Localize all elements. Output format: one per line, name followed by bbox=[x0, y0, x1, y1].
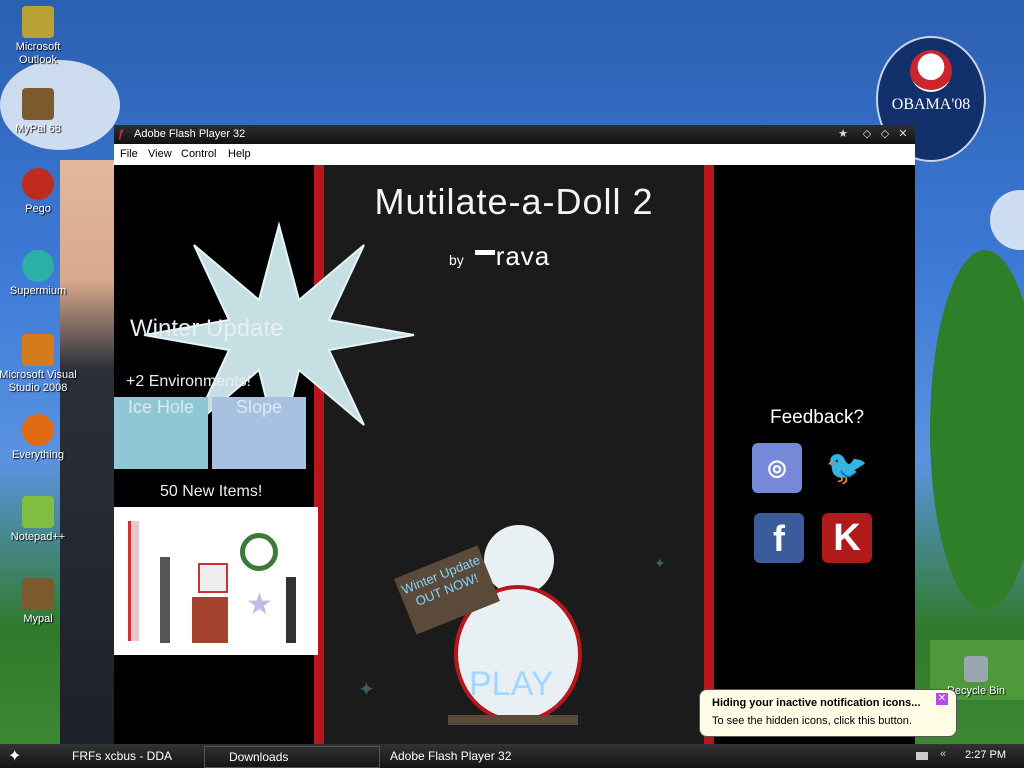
new-items-text: 50 New Items! bbox=[160, 483, 263, 500]
pin-icon[interactable]: ★ bbox=[836, 127, 850, 141]
guitar-icon bbox=[160, 557, 170, 643]
desktop-icon-label: Everything bbox=[12, 449, 64, 461]
pego-icon bbox=[22, 168, 54, 200]
menu-view[interactable]: View bbox=[148, 148, 172, 160]
desktop-icon-label: Microsoft Visual Studio 2008 bbox=[0, 369, 77, 394]
maximize-button[interactable]: ◇ bbox=[878, 127, 892, 141]
balloon-close-icon[interactable]: ✕ bbox=[936, 693, 948, 705]
nutcracker-icon bbox=[286, 577, 296, 643]
author-name: rava bbox=[495, 241, 551, 271]
tray-expand-icon[interactable]: « bbox=[940, 748, 946, 760]
desktop-icon-mypal68[interactable]: MyPal 68 bbox=[0, 88, 78, 136]
desktop-icon-outlook[interactable]: Microsoft Outlook bbox=[0, 6, 78, 67]
author-dash bbox=[475, 250, 495, 255]
start-button[interactable]: ✦ bbox=[8, 746, 21, 766]
recycle-bin-icon bbox=[964, 656, 988, 682]
twitter-icon[interactable]: 🐦 bbox=[822, 443, 872, 493]
taskbar-item-label: Downloads bbox=[229, 750, 289, 764]
desktop-icon-label: Pego bbox=[25, 203, 51, 215]
taskbar: ✦ FRFs xcbus - DDA Downloads Adobe Flash… bbox=[0, 744, 1024, 768]
items-preview: ★ bbox=[114, 507, 318, 655]
environments-text: +2 Environments! bbox=[126, 373, 251, 390]
discord-icon[interactable]: ◎ bbox=[752, 443, 802, 493]
desktop-icon-label: Notepad++ bbox=[10, 531, 66, 543]
balloon-body: To see the hidden icons, click this butt… bbox=[712, 715, 912, 727]
desktop-icon-label: Mypal bbox=[23, 613, 53, 625]
present-icon bbox=[198, 563, 228, 593]
map-ice-hole-label: Ice Hole bbox=[127, 397, 195, 417]
map-slope-label: Slope bbox=[235, 397, 283, 417]
taskbar-item-flash[interactable]: Adobe Flash Player 32 bbox=[366, 746, 560, 766]
menu-control[interactable]: Control bbox=[181, 148, 216, 160]
map-ice-hole[interactable]: Ice Hole bbox=[114, 397, 208, 469]
desktop-icon-label: Supermium bbox=[9, 285, 67, 297]
map-slope[interactable]: Slope bbox=[212, 397, 306, 469]
flash-stage[interactable]: Mutilate-a-Doll 2 by rava Winter Update … bbox=[114, 165, 915, 745]
flash-icon: ƒ bbox=[118, 128, 125, 140]
chimney-icon bbox=[192, 597, 228, 643]
mypal2-icon bbox=[22, 578, 54, 610]
tray-clock[interactable]: 2:27 PM bbox=[965, 749, 1006, 761]
desktop-icon-label: Microsoft Outlook bbox=[15, 41, 61, 66]
snow-star-icon: ✦ bbox=[358, 679, 375, 701]
tree bbox=[930, 250, 1024, 610]
supermium-icon bbox=[22, 250, 54, 282]
notification-balloon[interactable]: Hiding your inactive notification icons.… bbox=[699, 689, 957, 737]
menu-help[interactable]: Help bbox=[228, 148, 251, 160]
mypal-icon bbox=[22, 88, 54, 120]
badge-text: OBAMA'08 bbox=[891, 96, 971, 113]
taskbar-item-frfs[interactable]: FRFs xcbus - DDA bbox=[48, 746, 212, 766]
desktop-icon-mypal[interactable]: Mypal bbox=[0, 578, 78, 626]
star-item-icon: ★ bbox=[246, 588, 273, 621]
by-label: by bbox=[449, 252, 464, 268]
snow-star-icon: ✦ bbox=[654, 555, 666, 571]
taskbar-item-label: FRFs xcbus - DDA bbox=[72, 749, 173, 763]
visual-studio-icon bbox=[22, 334, 54, 366]
desktop-icon-pego[interactable]: Pego bbox=[0, 168, 78, 216]
desktop-icon-supermium[interactable]: Supermium bbox=[0, 250, 78, 298]
obama-logo-icon bbox=[910, 50, 952, 92]
taskbar-item-downloads[interactable]: Downloads bbox=[204, 746, 380, 768]
feedback-label: Feedback? bbox=[770, 407, 865, 428]
desktop-icon-label: MyPal 68 bbox=[15, 123, 61, 135]
wreath-icon bbox=[240, 533, 278, 571]
game-byline: by rava bbox=[449, 241, 550, 272]
everything-icon bbox=[22, 414, 54, 446]
play-button[interactable]: PLAY bbox=[469, 665, 553, 704]
desktop-icon-notepad[interactable]: Notepad++ bbox=[0, 496, 78, 544]
cloud bbox=[990, 190, 1024, 250]
candy-cane-icon bbox=[128, 521, 139, 641]
red-border-right bbox=[704, 165, 714, 745]
notepad-icon bbox=[22, 496, 54, 528]
window-title: Adobe Flash Player 32 bbox=[134, 128, 246, 140]
close-button[interactable]: ✕ bbox=[896, 127, 910, 141]
balloon-title: Hiding your inactive notification icons.… bbox=[712, 697, 921, 709]
sled bbox=[448, 715, 578, 725]
taskbar-item-label: Adobe Flash Player 32 bbox=[390, 749, 512, 763]
winter-update-heading: Winter Update bbox=[130, 315, 284, 342]
desktop-icon-everything[interactable]: Everything bbox=[0, 414, 78, 462]
title-bar[interactable]: ƒ Adobe Flash Player 32 ★ ◇ ◇ ✕ bbox=[114, 125, 915, 144]
desktop-icon-visual-studio[interactable]: Microsoft Visual Studio 2008 bbox=[0, 334, 78, 395]
outlook-icon bbox=[22, 6, 54, 38]
facebook-icon[interactable]: f bbox=[754, 513, 804, 563]
minimize-button[interactable]: ◇ bbox=[860, 127, 874, 141]
kongregate-icon[interactable]: K bbox=[822, 513, 872, 563]
flash-player-window: ƒ Adobe Flash Player 32 ★ ◇ ◇ ✕ File Vie… bbox=[114, 125, 915, 745]
menu-file[interactable]: File bbox=[120, 148, 138, 160]
menu-bar: File View Control Help bbox=[114, 144, 915, 165]
tray-network-icon[interactable] bbox=[916, 752, 928, 760]
